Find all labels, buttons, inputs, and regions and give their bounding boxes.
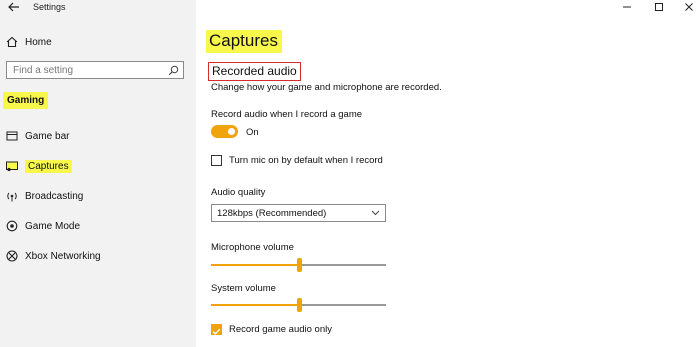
sidebar-section-heading: Gaming bbox=[3, 92, 49, 109]
sidebar-item-game-bar[interactable]: Game bar bbox=[0, 125, 196, 147]
game-mode-icon bbox=[6, 220, 18, 232]
audio-quality-label: Audio quality bbox=[211, 187, 266, 198]
search-input[interactable]: Find a setting bbox=[6, 61, 184, 79]
close-icon[interactable] bbox=[682, 0, 696, 14]
sidebar-item-broadcasting[interactable]: Broadcasting bbox=[0, 185, 196, 207]
record-audio-toggle[interactable] bbox=[211, 125, 238, 138]
sidebar-item-game-mode[interactable]: Game Mode bbox=[0, 215, 196, 237]
microphone-volume-label: Microphone volume bbox=[211, 242, 294, 253]
toggle-knob bbox=[228, 128, 235, 135]
sidebar-item-label: Captures bbox=[25, 159, 72, 173]
search-icon[interactable] bbox=[168, 65, 179, 76]
game-bar-icon bbox=[6, 131, 18, 141]
mic-default-checkbox[interactable] bbox=[211, 155, 222, 166]
system-volume-label: System volume bbox=[211, 283, 276, 294]
sidebar-home[interactable]: Home bbox=[0, 31, 196, 53]
sidebar-item-label: Broadcasting bbox=[25, 190, 84, 202]
checkmark-icon bbox=[212, 328, 221, 335]
toggle-state-text: On bbox=[246, 127, 259, 138]
audio-quality-dropdown[interactable]: 128kbps (Recommended) bbox=[211, 204, 386, 222]
microphone-volume-slider[interactable] bbox=[211, 258, 386, 272]
sidebar-item-label: Xbox Networking bbox=[25, 250, 101, 262]
slider-fill bbox=[211, 264, 299, 266]
slider-fill bbox=[211, 304, 299, 306]
back-arrow-icon[interactable] bbox=[6, 0, 22, 14]
search-placeholder: Find a setting bbox=[13, 65, 74, 76]
sidebar-item-captures[interactable]: Captures bbox=[0, 155, 196, 177]
home-icon bbox=[6, 36, 18, 48]
sidebar: Settings Home Find a setting Gaming Game… bbox=[0, 0, 196, 347]
slider-thumb[interactable] bbox=[296, 298, 302, 312]
mic-default-label: Turn mic on by default when I record bbox=[229, 155, 383, 166]
section-description: Change how your game and microphone are … bbox=[211, 82, 442, 93]
sidebar-home-label: Home bbox=[25, 36, 52, 48]
main-content: Captures Recorded audio Change how your … bbox=[196, 0, 700, 347]
sidebar-item-label: Game Mode bbox=[25, 220, 81, 232]
app-title: Settings bbox=[33, 2, 66, 12]
xbox-icon bbox=[6, 250, 18, 262]
slider-thumb[interactable] bbox=[296, 258, 302, 272]
game-audio-only-checkbox[interactable] bbox=[211, 324, 222, 335]
record-audio-label: Record audio when I record a game bbox=[211, 109, 363, 120]
sidebar-item-xbox-networking[interactable]: Xbox Networking bbox=[0, 245, 196, 267]
captures-icon bbox=[6, 161, 18, 172]
game-audio-only-label: Record game audio only bbox=[229, 324, 332, 335]
section-title: Recorded audio bbox=[208, 62, 301, 81]
chevron-down-icon bbox=[371, 210, 380, 216]
dropdown-value: 128kbps (Recommended) bbox=[217, 208, 327, 219]
sidebar-item-label: Game bar bbox=[25, 130, 70, 142]
system-volume-slider[interactable] bbox=[211, 298, 386, 312]
broadcasting-icon bbox=[7, 192, 17, 202]
minimize-icon[interactable] bbox=[620, 0, 634, 14]
maximize-icon[interactable] bbox=[652, 0, 666, 14]
page-title: Captures bbox=[206, 30, 282, 53]
